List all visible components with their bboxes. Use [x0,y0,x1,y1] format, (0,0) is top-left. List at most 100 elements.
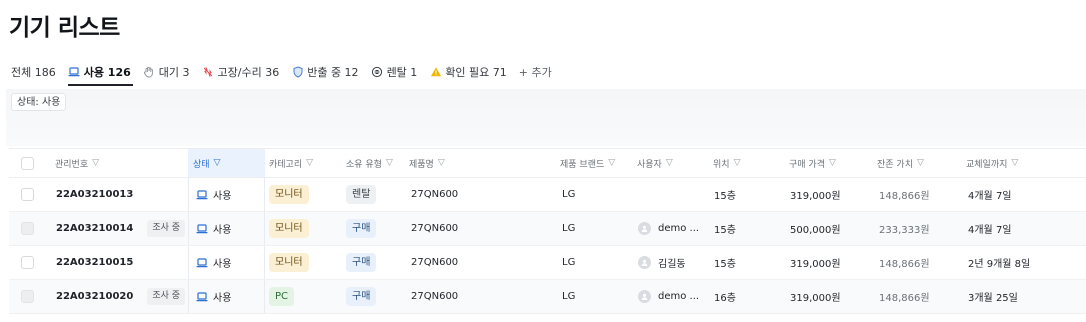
filter-icon: ▽ [608,158,616,168]
table-header-row: 관리번호 ▽ 상태 ▽ 카테고리 ▽ 소유 유형 ▽ 제품명 ▽ 제품 브랜드 ▽ 사용자 ▽… [9,149,1086,178]
category-badge: 모니터 [269,219,309,238]
header-status[interactable]: 상태 ▽ [188,149,265,177]
tab-2[interactable]: 대기 3 [137,58,196,86]
ownership-badge: 렌탈 [346,185,377,204]
header-location[interactable]: 위치 ▽ [713,149,740,177]
status-text: 사용 [213,191,232,202]
replace-cell: 4개월 7일 [968,225,1012,236]
ownership-badge: 구매 [346,287,377,306]
header-brand[interactable]: 제품 브랜드 ▽ [560,149,615,177]
category-badge: 모니터 [269,185,309,204]
category-cell: PC [269,280,295,313]
brand-cell: LG [562,257,576,268]
page-title: 기기 리스트 [9,15,120,41]
row-checkbox[interactable] [21,212,34,245]
ownership-cell: 구매 [346,212,377,245]
serial-cell: 22A03210014 조사 중 [56,212,186,245]
tab-label: 렌탈 1 [386,66,418,79]
residual-cell: 148,866원 [879,191,930,202]
ownership-badge: 구매 [346,219,377,238]
hand-icon [143,66,156,79]
category-badge: PC [269,287,295,306]
header-serial[interactable]: 관리번호 ▽ [55,149,99,177]
product-cell: 27QN600 [411,257,459,268]
row-checkbox[interactable] [21,246,34,279]
survey-badge: 조사 중 [147,220,186,237]
category-cell: 모니터 [269,246,309,279]
status-cell: 사용 [188,212,265,245]
price-cell: 319,000원 [790,191,841,202]
avatar [638,222,651,235]
broken-icon [202,66,215,79]
select-all-checkbox[interactable] [21,149,34,177]
status-text: 사용 [213,225,232,236]
table-row[interactable]: 22A03210015 사용 모니터 구매 27QN600 LG 김길동 15층 319,000… [9,246,1086,280]
location-cell: 15층 [714,225,736,236]
row-checkbox[interactable] [21,178,34,211]
residual-cell: 148,866원 [879,293,930,304]
serial-cell: 22A03210015 [56,246,133,279]
header-price[interactable]: 구매 가격 ▽ [789,149,836,177]
ownership-badge: 구매 [346,253,377,272]
tab-label: 반출 중 12 [307,66,359,79]
status-filter-chip[interactable]: 상태: 사용 [11,93,67,111]
user-cell: demo ... [638,212,699,245]
price-cell: 319,000원 [790,259,841,270]
status-cell: 사용 [188,246,265,279]
row-checkbox[interactable] [21,280,34,313]
filter-bar: 상태: 사용 [6,89,1086,146]
replace-cell: 2년 9개월 8일 [968,259,1031,270]
filter-icon: ▽ [92,158,100,168]
table-row[interactable]: 22A03210014 조사 중 사용 모니터 구매 27QN600 LG demo ... 1… [9,212,1086,246]
tab-4[interactable]: 반출 중 12 [285,58,364,86]
add-tab-button[interactable]: + 추가 [513,58,558,86]
status-text: 사용 [213,259,232,270]
status-text: 사용 [213,293,232,304]
header-category[interactable]: 카테고리 ▽ [269,149,313,177]
residual-cell: 233,333원 [879,225,930,236]
warning-icon [429,66,442,79]
category-badge: 모니터 [269,253,309,272]
residual-cell: 148,866원 [879,259,930,270]
serial-number: 22A03210020 [56,291,134,302]
filter-icon: ▽ [306,158,314,168]
filter-icon: ▽ [733,158,741,168]
header-residual[interactable]: 잔존 가치 ▽ [877,149,924,177]
header-replace[interactable]: 교체일까지 ▽ [966,149,1018,177]
header-user[interactable]: 사용자 ▽ [637,149,673,177]
tab-0[interactable]: 전체 186 [0,58,62,86]
header-product[interactable]: 제품명 ▽ [409,149,445,177]
ownership-cell: 구매 [346,280,377,313]
header-ownership[interactable]: 소유 유형 ▽ [346,149,393,177]
user-cell: demo ... [638,280,699,313]
user-name: demo ... [658,223,700,234]
tab-5[interactable]: 렌탈 1 [365,58,424,86]
price-cell: 319,000원 [790,293,841,304]
rental-icon [371,66,384,79]
product-cell: 27QN600 [411,291,459,302]
status-tabs: 전체 186 사용 126 대기 3 고장/수리 36 반출 중 12 렌탈 1 확인 필요… [0,58,1086,86]
avatar [638,256,651,269]
product-cell: 27QN600 [411,189,459,200]
tab-label: 전체 186 [11,66,56,79]
laptop-icon [68,66,81,79]
status-cell: 사용 [188,280,265,313]
category-cell: 모니터 [269,212,309,245]
filter-icon: ▽ [437,158,445,168]
serial-cell: 22A03210020 조사 중 [56,280,186,313]
replace-cell: 4개월 7일 [968,191,1012,202]
filter-icon: ▽ [828,158,836,168]
filter-icon: ▽ [1011,158,1019,168]
serial-number: 22A03210015 [56,257,134,268]
table-row[interactable]: 22A03210013 사용 모니터 렌탈 27QN600 LG 15층 319,000원 14… [9,178,1086,212]
tab-6[interactable]: 확인 필요 71 [423,58,512,86]
status-cell: 사용 [188,178,265,211]
tab-3[interactable]: 고장/수리 36 [196,58,286,86]
tab-1[interactable]: 사용 126 [62,58,137,86]
shield-icon [291,66,304,79]
ownership-cell: 렌탈 [346,178,377,211]
laptop-icon [196,224,208,234]
brand-cell: LG [562,291,576,302]
table-row[interactable]: 22A03210020 조사 중 사용 PC 구매 27QN600 LG demo ... 16… [9,280,1086,314]
product-cell: 27QN600 [411,223,459,234]
